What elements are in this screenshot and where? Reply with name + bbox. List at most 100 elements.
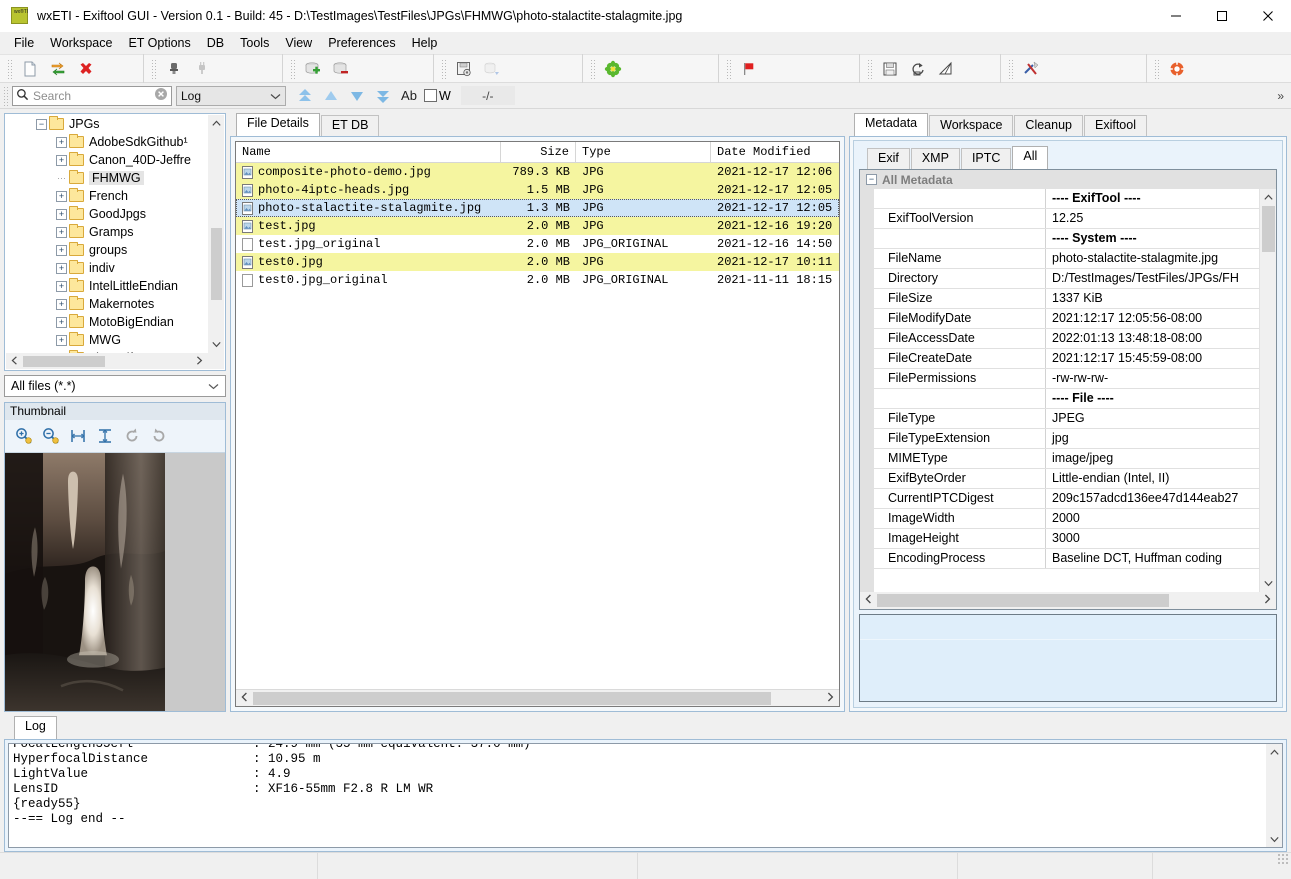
log-output[interactable]: FocalLength35efl : 24.9 mm (35 mm equiva… xyxy=(8,743,1283,848)
fit-height-icon[interactable] xyxy=(94,425,116,447)
scroll-down-icon[interactable] xyxy=(208,336,224,353)
column-header-name[interactable]: Name xyxy=(236,142,501,162)
metadata-row[interactable]: ---- System ---- xyxy=(874,229,1259,249)
menu-view[interactable]: View xyxy=(277,34,320,52)
tree-vertical-scrollbar[interactable] xyxy=(208,115,224,353)
tab-exiftool[interactable]: Exiftool xyxy=(1084,115,1147,136)
menu-db[interactable]: DB xyxy=(199,34,232,52)
menu-help[interactable]: Help xyxy=(404,34,446,52)
tab-xmp[interactable]: XMP xyxy=(910,148,960,169)
clear-search-icon[interactable] xyxy=(154,87,168,104)
database-remove-icon[interactable] xyxy=(327,56,355,81)
menu-workspace[interactable]: Workspace xyxy=(42,34,120,52)
log-vertical-scrollbar[interactable] xyxy=(1266,744,1282,847)
toolbar-grip-icon[interactable] xyxy=(1007,58,1013,79)
toolbar-grip-icon[interactable] xyxy=(589,58,595,79)
toolbar-grip-icon[interactable] xyxy=(289,58,295,79)
metadata-row[interactable]: EncodingProcess Baseline DCT, Huffman cod… xyxy=(874,549,1259,569)
tools-icon[interactable] xyxy=(1017,56,1045,81)
tab-exif[interactable]: Exif xyxy=(867,148,910,169)
search-box[interactable] xyxy=(12,85,172,106)
tree-scroll-thumb[interactable] xyxy=(210,228,222,300)
metadata-row[interactable]: FileType JPEG xyxy=(874,409,1259,429)
expand-node-icon[interactable]: + xyxy=(56,262,67,274)
metadata-rows[interactable]: ---- ExifTool ---- ExifToolVersion 12.25 --… xyxy=(874,189,1259,592)
plug-connect-icon[interactable] xyxy=(160,56,188,81)
toolbar-grip-icon[interactable] xyxy=(1153,58,1159,79)
metadata-row[interactable]: ImageHeight 3000 xyxy=(874,529,1259,549)
tree-hscroll-thumb[interactable] xyxy=(23,355,105,367)
toolbar-overflow-button[interactable]: » xyxy=(1277,89,1284,103)
scroll-down-icon[interactable] xyxy=(1269,831,1279,847)
tree-item[interactable]: + MWG xyxy=(6,331,208,349)
tab-workspace[interactable]: Workspace xyxy=(929,115,1014,136)
tab-log[interactable]: Log xyxy=(14,716,57,739)
file-list-horizontal-scrollbar[interactable] xyxy=(236,689,839,706)
maximize-button[interactable] xyxy=(1199,0,1245,32)
close-button[interactable] xyxy=(1245,0,1291,32)
scroll-left-icon[interactable] xyxy=(6,355,23,367)
metadata-row[interactable]: MIMEType image/jpeg xyxy=(874,449,1259,469)
tab-cleanup[interactable]: Cleanup xyxy=(1014,115,1083,136)
scroll-up-icon[interactable] xyxy=(208,115,224,132)
save-icon[interactable] xyxy=(876,56,904,81)
scroll-left-icon[interactable] xyxy=(236,692,253,705)
column-header-size[interactable]: Size xyxy=(501,142,576,162)
database-import-icon[interactable] xyxy=(478,56,506,81)
metadata-row[interactable]: FileTypeExtension jpg xyxy=(874,429,1259,449)
tree-horizontal-scrollbar[interactable] xyxy=(6,353,208,369)
tree-item[interactable]: + Canon_40D-Jeffre xyxy=(6,151,208,169)
menu-preferences[interactable]: Preferences xyxy=(320,34,403,52)
search-input[interactable] xyxy=(33,88,154,103)
menu-file[interactable]: File xyxy=(6,34,42,52)
collapse-group-icon[interactable]: − xyxy=(866,174,877,185)
table-row[interactable]: photo-4iptc-heads.jpg 1.5 MB JPG 2021-12-17… xyxy=(236,181,839,199)
file-list-hscroll-thumb[interactable] xyxy=(253,691,771,705)
metadata-row[interactable]: FileAccessDate 2022:01:13 13:48:18-08:00 xyxy=(874,329,1259,349)
metadata-vertical-scrollbar[interactable] xyxy=(1259,189,1276,592)
tree-item[interactable]: + MotoBigEndian xyxy=(6,313,208,331)
red-flag-icon[interactable] xyxy=(735,56,763,81)
scroll-right-icon[interactable] xyxy=(191,355,208,367)
menu-tools[interactable]: Tools xyxy=(232,34,277,52)
expand-node-icon[interactable]: + xyxy=(56,154,67,166)
lifering-help-icon[interactable] xyxy=(1163,56,1191,81)
metadata-row[interactable]: FilePermissions -rw-rw-rw- xyxy=(874,369,1259,389)
toolbar-grip-icon[interactable] xyxy=(866,58,872,79)
send-icon[interactable] xyxy=(932,56,960,81)
expand-node-icon[interactable]: + xyxy=(56,316,67,328)
tab-file-details[interactable]: File Details xyxy=(236,113,320,136)
toolbar-grip-icon[interactable] xyxy=(6,58,12,79)
next-match-button[interactable] xyxy=(344,84,370,108)
metadata-row[interactable]: CurrentIPTCDigest 209c157adcd136ee47d144e… xyxy=(874,489,1259,509)
toolbar-grip-icon[interactable] xyxy=(150,58,156,79)
fit-width-icon[interactable] xyxy=(67,425,89,447)
metadata-group-header[interactable]: − All Metadata xyxy=(860,170,1276,189)
file-filter-dropdown[interactable]: All files (*.*) xyxy=(4,375,226,397)
previous-match-button[interactable] xyxy=(318,84,344,108)
tree-item[interactable]: + Makernotes xyxy=(6,295,208,313)
tab-all[interactable]: All xyxy=(1012,146,1049,169)
match-case-button[interactable]: Ab xyxy=(396,85,422,107)
tree-item[interactable]: + GoodJpgs xyxy=(6,205,208,223)
table-row[interactable]: test.jpg_original 2.0 MB JPG_ORIGINAL 2021-… xyxy=(236,235,839,253)
delete-icon[interactable] xyxy=(72,56,100,81)
tree-item[interactable]: + IntelLittleEndian xyxy=(6,277,208,295)
expand-node-icon[interactable]: + xyxy=(56,208,67,220)
metadata-row[interactable]: ExifToolVersion 12.25 xyxy=(874,209,1259,229)
zoom-in-icon[interactable] xyxy=(13,425,35,447)
expand-node-icon[interactable]: + xyxy=(56,226,67,238)
search-scope-dropdown[interactable]: Log xyxy=(176,85,286,106)
scroll-right-icon[interactable] xyxy=(822,692,839,705)
minimize-button[interactable] xyxy=(1153,0,1199,32)
sync-icon[interactable] xyxy=(904,56,932,81)
expand-node-icon[interactable]: + xyxy=(56,298,67,310)
rotate-left-icon[interactable] xyxy=(121,425,143,447)
metadata-row[interactable]: ExifByteOrder Little-endian (Intel, II) xyxy=(874,469,1259,489)
column-header-date-modified[interactable]: Date Modified xyxy=(711,142,839,162)
scroll-up-icon[interactable] xyxy=(1269,744,1279,760)
column-header-type[interactable]: Type xyxy=(576,142,711,162)
metadata-horizontal-scrollbar[interactable] xyxy=(860,592,1276,609)
folder-tree[interactable]: − JPGs + AdobeSdkGithub¹ + Canon_40D-Jeffre ··… xyxy=(6,115,208,353)
green-flower-icon[interactable] xyxy=(599,56,627,81)
